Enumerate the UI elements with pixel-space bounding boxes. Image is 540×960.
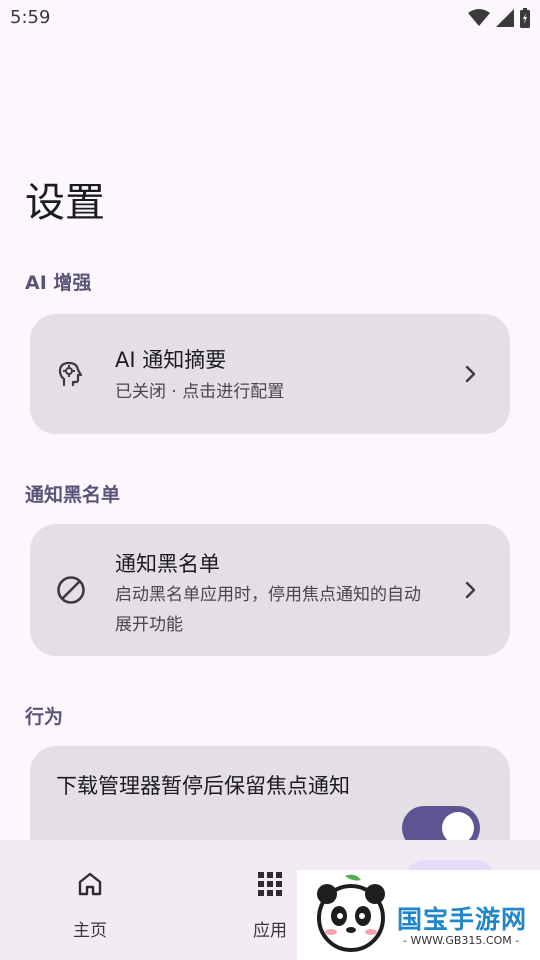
section-header-blacklist: 通知黑名单 <box>25 484 121 506</box>
watermark: 国宝手游网 - WWW.GB315.COM - <box>297 870 540 960</box>
chevron-right-icon <box>465 365 476 383</box>
apps-grid-icon <box>258 872 282 896</box>
block-icon <box>57 576 85 604</box>
brain-icon <box>58 361 83 387</box>
chevron-right-icon <box>465 581 476 599</box>
page-title: 设置 <box>25 180 105 226</box>
status-icons <box>468 8 530 28</box>
status-bar: 5:59 <box>0 0 540 36</box>
nav-item-home[interactable]: 主页 <box>40 840 140 960</box>
panda-logo-icon <box>317 874 385 952</box>
battery-icon <box>520 8 530 28</box>
nav-label: 主页 <box>73 921 107 941</box>
settings-screen: 5:59 设置 AI 增强 AI 通知摘要 已关闭 · 点击进行配置 通知黑名单… <box>0 0 540 960</box>
signal-icon <box>496 9 514 27</box>
section-header-behavior: 行为 <box>25 706 64 728</box>
card-title: AI 通知摘要 <box>115 348 227 372</box>
section-header-ai: AI 增强 <box>25 272 92 294</box>
wifi-icon <box>468 9 490 26</box>
setting-label: 下载管理器暂停后保留焦点通知 <box>56 774 350 798</box>
card-ai-summary[interactable]: AI 通知摘要 已关闭 · 点击进行配置 <box>30 314 510 434</box>
card-subtitle: 已关闭 · 点击进行配置 <box>115 382 285 402</box>
status-time: 5:59 <box>10 7 51 28</box>
card-title: 通知黑名单 <box>115 552 220 576</box>
card-blacklist[interactable]: 通知黑名单 启动黑名单应用时，停用焦点通知的自动展开功能 <box>30 524 510 656</box>
watermark-brand: 国宝手游网 <box>397 905 528 934</box>
watermark-url: - WWW.GB315.COM - <box>403 934 520 947</box>
card-subtitle: 启动黑名单应用时，停用焦点通知的自动展开功能 <box>115 585 421 635</box>
home-icon <box>78 872 102 896</box>
